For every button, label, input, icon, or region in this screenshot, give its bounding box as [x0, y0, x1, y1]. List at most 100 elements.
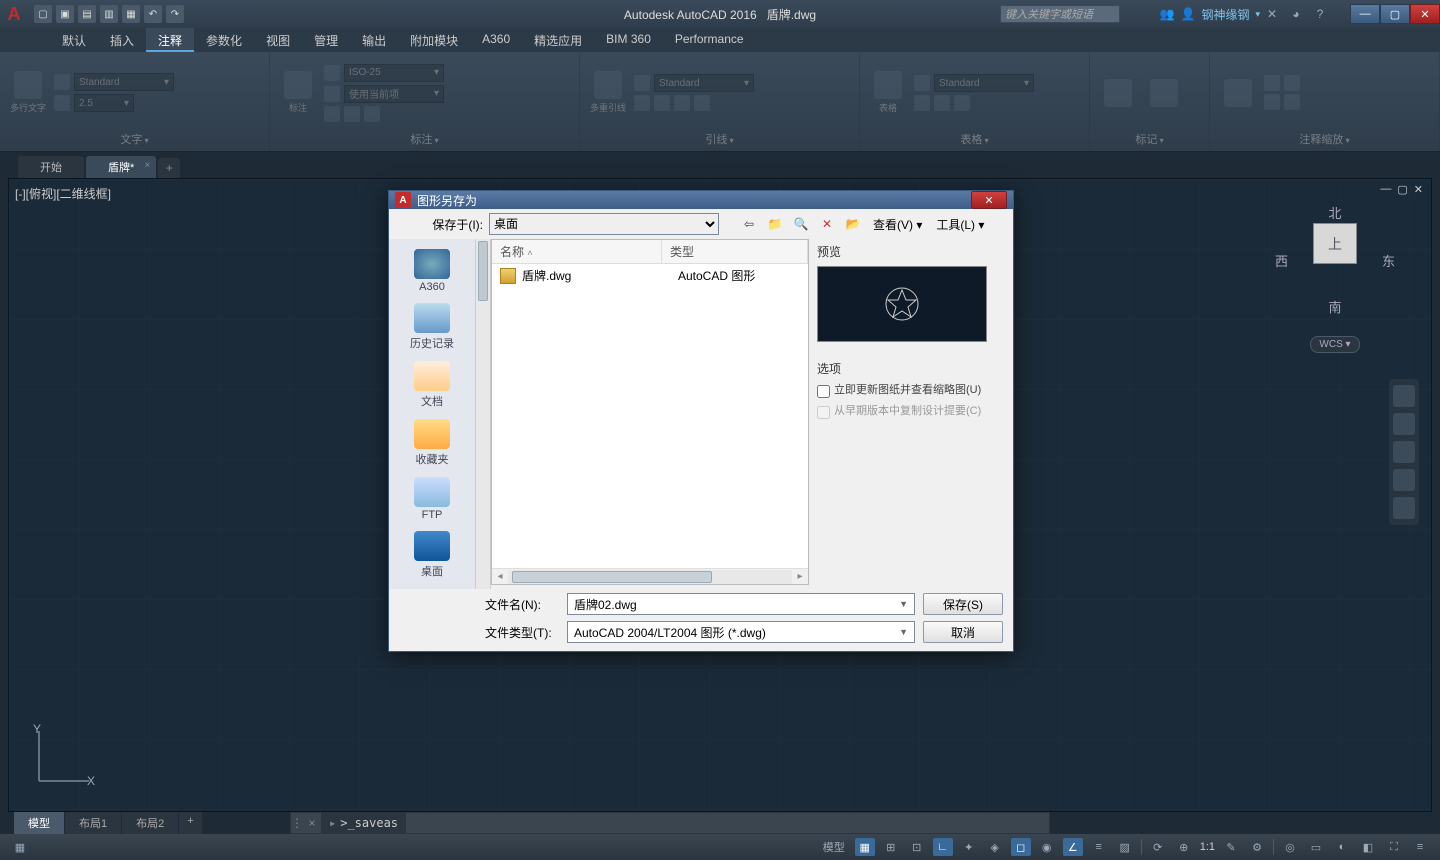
new-tab-button[interactable]: + — [158, 158, 180, 178]
tools-menu[interactable]: 工具(L) ▾ — [932, 216, 988, 233]
sb-clean-icon[interactable]: ⛶ — [1384, 838, 1404, 856]
qat-print-icon[interactable]: ▦ — [122, 5, 140, 23]
exchange-icon[interactable]: ✕ — [1264, 6, 1280, 22]
mdi-min-icon[interactable]: — — [1380, 183, 1391, 196]
ml1-icon[interactable] — [634, 95, 650, 111]
nav-orbit-icon[interactable] — [1393, 469, 1415, 491]
cmd-close-icon[interactable]: × — [303, 816, 321, 830]
mleader-button[interactable]: 多重引线 — [588, 63, 628, 123]
as2-icon[interactable] — [1284, 75, 1300, 91]
tab-default[interactable]: 默认 — [50, 28, 98, 52]
dim3-icon[interactable] — [364, 106, 380, 122]
sb-ortho-icon[interactable]: ∟ — [933, 838, 953, 856]
sb-gear-icon[interactable]: ⚙ — [1247, 838, 1267, 856]
col-name[interactable]: 名称 ˄ — [492, 240, 662, 263]
savein-combo[interactable]: 桌面 — [489, 213, 719, 235]
nav-zoom-icon[interactable] — [1393, 441, 1415, 463]
table-button[interactable]: 表格 — [868, 63, 908, 123]
a360-icon[interactable]: ◕ — [1288, 6, 1304, 22]
tab-insert[interactable]: 插入 — [98, 28, 146, 52]
sb-workspace-icon[interactable]: ◎ — [1280, 838, 1300, 856]
dim1-icon[interactable] — [324, 106, 340, 122]
tbl-style-icon[interactable] — [914, 75, 930, 91]
dim-style-combo[interactable]: ISO-25▾ — [344, 64, 444, 82]
dim-button[interactable]: 标注 — [278, 63, 318, 123]
tbl2-icon[interactable] — [934, 95, 950, 111]
filename-input[interactable]: 盾牌02.dwg▼ — [567, 593, 915, 615]
sb-annomon-icon[interactable]: ⊕ — [1174, 838, 1194, 856]
delete-icon[interactable]: ✕ — [817, 214, 837, 234]
tab-annotate[interactable]: 注释 — [146, 28, 194, 52]
help-search-input[interactable]: 键入关键字或短语 — [1000, 5, 1120, 23]
nav-showmotion-icon[interactable] — [1393, 497, 1415, 519]
qat-new-icon[interactable]: ▢ — [34, 5, 52, 23]
place-desktop[interactable]: 桌面 — [396, 527, 468, 583]
sb-infer-icon[interactable]: ⊡ — [907, 838, 927, 856]
tab-layout1[interactable]: 布局1 — [65, 812, 121, 834]
panel-leader-label[interactable]: 引线 — [588, 129, 851, 149]
filetype-combo[interactable]: AutoCAD 2004/LT2004 图形 (*.dwg)▼ — [567, 621, 915, 643]
sb-hardware-icon[interactable]: ◐ — [1332, 838, 1352, 856]
newfolder-icon[interactable]: 📂 — [843, 214, 863, 234]
place-a360[interactable]: A360 — [396, 245, 468, 297]
ucs-icon[interactable]: XY — [29, 721, 99, 791]
sb-isolate-icon[interactable]: ◧ — [1358, 838, 1378, 856]
up-icon[interactable]: 📁 — [765, 214, 785, 234]
app-logo-icon[interactable]: A — [0, 0, 28, 28]
cmd-grip-icon[interactable]: ⋮ — [291, 816, 303, 830]
sb-iso-icon[interactable]: ◈ — [985, 838, 1005, 856]
as4-icon[interactable] — [1284, 94, 1300, 110]
layer-icon[interactable] — [324, 86, 340, 102]
sb-monitor-icon[interactable]: ▭ — [1306, 838, 1326, 856]
places-scrollbar[interactable] — [475, 239, 491, 589]
tab-model[interactable]: 模型 — [14, 812, 64, 834]
mtext-button[interactable]: 多行文字 — [8, 63, 48, 123]
layout-add-button[interactable]: + — [179, 812, 201, 834]
file-hscrollbar[interactable]: ◂▸ — [492, 568, 808, 584]
panel-markup-label[interactable]: 标记 — [1098, 129, 1201, 149]
tab-a360[interactable]: A360 — [470, 28, 522, 52]
command-line[interactable]: ⋮ × >_saveas — [290, 812, 1050, 834]
tab-performance[interactable]: Performance — [663, 28, 756, 52]
place-documents[interactable]: 文档 — [396, 357, 468, 413]
dialog-titlebar[interactable]: A 图形另存为 ✕ — [389, 191, 1013, 209]
ml3-icon[interactable] — [674, 95, 690, 111]
sb-grid-icon[interactable]: ▦ — [855, 838, 875, 856]
viewcube-south[interactable]: 南 — [1328, 297, 1341, 316]
tab-output[interactable]: 输出 — [350, 28, 398, 52]
save-button[interactable]: 保存(S) — [923, 593, 1003, 615]
layout-quick-icon[interactable]: ▦ — [10, 838, 30, 856]
tab-document[interactable]: 盾牌*× — [86, 156, 156, 178]
back-icon[interactable]: ⇦ — [739, 214, 759, 234]
revcloud-button[interactable] — [1144, 63, 1184, 123]
col-type[interactable]: 类型 — [662, 240, 808, 263]
opt-update-thumbnail[interactable]: 立即更新图纸并查看缩略图(U) — [817, 383, 1003, 398]
abc-icon[interactable] — [54, 74, 70, 90]
sb-transparency-icon[interactable]: ▨ — [1115, 838, 1135, 856]
qat-undo-icon[interactable]: ↶ — [144, 5, 162, 23]
tab-addins[interactable]: 附加模块 — [398, 28, 470, 52]
sb-scale[interactable]: 1:1 — [1200, 841, 1215, 853]
sb-lineweight-icon[interactable]: ≡ — [1089, 838, 1109, 856]
help-icon[interactable]: ? — [1312, 6, 1328, 22]
qat-saveas-icon[interactable]: ▥ — [100, 5, 118, 23]
sb-3dosnap-icon[interactable]: ◉ — [1037, 838, 1057, 856]
search-web-icon[interactable]: 🔍 — [791, 214, 811, 234]
qat-save-icon[interactable]: ▤ — [78, 5, 96, 23]
text-style-combo[interactable]: Standard▾ — [74, 73, 174, 91]
nav-wheel-icon[interactable] — [1393, 385, 1415, 407]
file-row[interactable]: 盾牌.dwg AutoCAD 图形 — [492, 264, 808, 287]
viewcube-wcs[interactable]: WCS ▾ — [1310, 336, 1359, 353]
find-icon[interactable] — [54, 95, 70, 111]
dim2-icon[interactable] — [344, 106, 360, 122]
addscale-button[interactable] — [1218, 63, 1258, 123]
viewcube-north[interactable]: 北 — [1328, 203, 1341, 222]
viewcube-east[interactable]: 东 — [1382, 251, 1395, 270]
minimize-button[interactable]: — — [1350, 4, 1380, 24]
viewport-label[interactable]: [-][俯视][二维线框] — [15, 185, 111, 202]
as1-icon[interactable] — [1264, 75, 1280, 91]
user-menu[interactable]: 👥 👤 钢神缘钢 ▾ — [1160, 6, 1260, 23]
panel-text-label[interactable]: 文字 — [8, 129, 261, 149]
dialog-close-button[interactable]: ✕ — [971, 191, 1007, 209]
ml4-icon[interactable] — [694, 95, 710, 111]
